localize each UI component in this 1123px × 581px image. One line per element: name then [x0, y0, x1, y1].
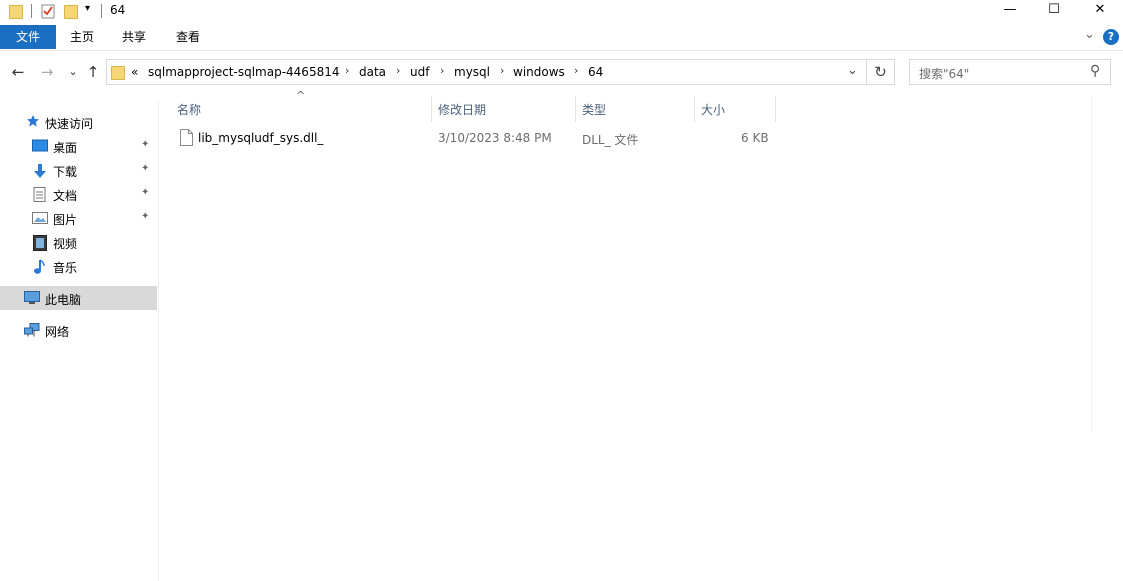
breadcrumb-separator[interactable]: ›	[345, 64, 349, 77]
breadcrumb-udf[interactable]: udf	[410, 65, 429, 79]
sidebar-item-videos[interactable]: 视频	[0, 230, 157, 254]
star-icon	[26, 114, 40, 128]
divider	[101, 4, 102, 18]
breadcrumb-64[interactable]: 64	[588, 65, 603, 79]
network-icon	[24, 323, 40, 337]
navigation-pane: 快速访问 桌面 ✦ 下载 ✦ 文档 ✦ 图片 ✦ 视频 音乐 此电脑 网络	[0, 100, 159, 581]
sidebar-item-label: 图片	[53, 213, 78, 227]
sidebar-item-music[interactable]: 音乐	[0, 254, 157, 278]
column-divider[interactable]	[775, 96, 776, 122]
sidebar-item-label: 音乐	[53, 261, 78, 275]
tab-home[interactable]: 主页	[62, 25, 102, 49]
file-size: 6 KB	[741, 131, 769, 145]
breadcrumb-data[interactable]: data	[359, 65, 386, 79]
pin-icon: ✦	[141, 139, 150, 150]
sidebar-item-label: 文档	[53, 189, 78, 203]
download-icon	[32, 163, 46, 178]
sidebar-item-network[interactable]: 网络	[0, 318, 157, 342]
refresh-button[interactable]: ↻	[867, 59, 895, 85]
file-icon	[180, 129, 193, 149]
sidebar-item-this-pc[interactable]: 此电脑	[0, 286, 157, 310]
sidebar-item-label: 快速访问	[45, 117, 94, 131]
properties-icon[interactable]	[41, 3, 55, 19]
search-placeholder: 搜索"64"	[919, 67, 970, 81]
new-folder-icon[interactable]	[64, 3, 78, 19]
maximize-button[interactable]: ☐	[1031, 0, 1077, 22]
breadcrumb-windows[interactable]: windows	[513, 65, 565, 79]
computer-icon	[24, 291, 40, 305]
divider	[31, 4, 32, 18]
sidebar-item-label: 桌面	[53, 141, 78, 155]
folder-icon	[9, 3, 23, 19]
breadcrumb-separator[interactable]: ›	[500, 64, 504, 77]
music-icon	[33, 259, 47, 274]
close-button[interactable]: ✕	[1077, 0, 1123, 22]
pictures-icon	[32, 211, 48, 225]
document-icon	[33, 187, 47, 202]
file-name: lib_mysqludf_sys.dll_	[198, 131, 324, 145]
breadcrumb-sqlmapproject[interactable]: sqlmapproject-sqlmap-4465814	[148, 65, 339, 79]
breadcrumb-mysql[interactable]: mysql	[454, 65, 490, 79]
sidebar-item-label: 视频	[53, 237, 78, 251]
scroll-area-edge	[1091, 96, 1092, 432]
sidebar-item-label: 下载	[53, 165, 78, 179]
file-type: DLL_ 文件	[582, 133, 639, 147]
sidebar-item-label: 网络	[45, 325, 70, 339]
forward-button[interactable]: →	[37, 62, 57, 82]
sidebar-item-documents[interactable]: 文档 ✦	[0, 182, 157, 206]
column-header-name[interactable]: 名称	[171, 96, 431, 122]
folder-icon	[111, 64, 125, 80]
recent-locations-button[interactable]: ⌄	[63, 62, 83, 82]
video-icon	[33, 235, 47, 251]
breadcrumb-overflow[interactable]: «	[131, 65, 138, 79]
ribbon-tabs: 文件 主页 共享 查看 ⌄ ?	[0, 24, 1123, 51]
title-bar: ▾ 64 — ☐ ✕	[0, 0, 1123, 24]
sidebar-item-downloads[interactable]: 下载 ✦	[0, 158, 157, 182]
column-header-type[interactable]: 类型	[576, 96, 694, 122]
search-input[interactable]: 搜索"64" ⚲	[909, 59, 1111, 85]
breadcrumb-separator[interactable]: ›	[440, 64, 444, 77]
address-dropdown-icon[interactable]: ⌄	[847, 63, 858, 78]
window-title: 64	[110, 3, 126, 17]
column-header-date[interactable]: 修改日期	[432, 96, 575, 122]
help-icon[interactable]: ?	[1103, 29, 1119, 45]
back-button[interactable]: ←	[8, 62, 28, 82]
expand-ribbon-icon[interactable]: ⌄	[1084, 27, 1095, 42]
sidebar-item-desktop[interactable]: 桌面 ✦	[0, 134, 157, 158]
tab-file[interactable]: 文件	[0, 25, 56, 49]
breadcrumb-separator[interactable]: ›	[396, 64, 400, 77]
customize-toolbar-icon[interactable]: ▾	[85, 3, 90, 14]
tab-share[interactable]: 共享	[114, 25, 154, 49]
sidebar-item-quick-access[interactable]: 快速访问	[0, 110, 157, 134]
search-icon[interactable]: ⚲	[1090, 63, 1100, 79]
pin-icon: ✦	[141, 187, 150, 198]
breadcrumb-separator[interactable]: ›	[574, 64, 578, 77]
tab-view[interactable]: 查看	[168, 25, 208, 49]
address-bar[interactable]: « sqlmapproject-sqlmap-4465814 › data › …	[106, 59, 867, 85]
file-modified: 3/10/2023 8:48 PM	[438, 131, 552, 145]
minimize-button[interactable]: —	[987, 0, 1033, 22]
desktop-icon	[32, 139, 48, 153]
sidebar-item-label: 此电脑	[45, 293, 82, 307]
file-row[interactable]: lib_mysqludf_sys.dll_ 3/10/2023 8:48 PM …	[172, 127, 775, 149]
pin-icon: ✦	[141, 163, 150, 174]
pin-icon: ✦	[141, 211, 150, 222]
column-header-size[interactable]: 大小	[695, 96, 775, 122]
sidebar-item-pictures[interactable]: 图片 ✦	[0, 206, 157, 230]
up-button[interactable]: ↑	[83, 62, 103, 82]
